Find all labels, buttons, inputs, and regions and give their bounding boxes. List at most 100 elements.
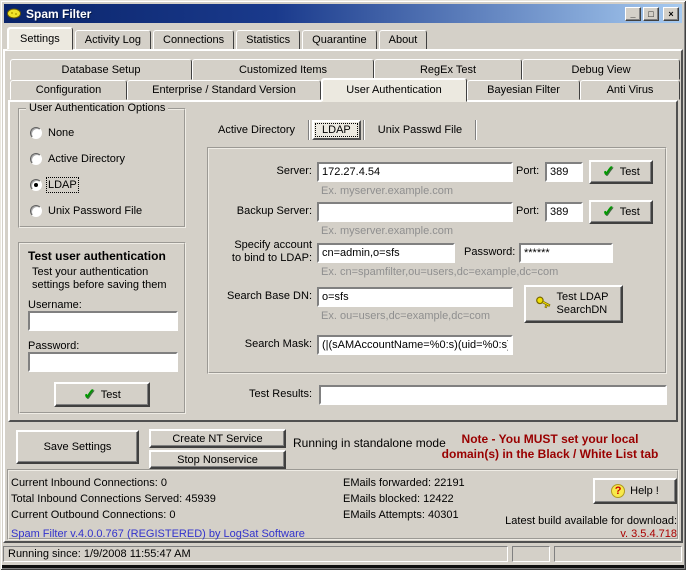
registered-version-text: Spam Filter v.4.0.0.767 (REGISTERED) by …	[11, 528, 305, 540]
help-icon: ?	[611, 484, 625, 498]
password-field[interactable]	[28, 352, 178, 372]
search-base-dn-field[interactable]	[317, 287, 513, 307]
settings-page: Database Setup Customized Items RegEx Te…	[3, 49, 683, 543]
test-auth-button[interactable]: ✓ Test	[54, 382, 150, 407]
test-auth-title: Test user authentication	[28, 249, 166, 263]
check-icon: ✓	[602, 166, 615, 178]
tab-user-authentication[interactable]: User Authentication	[321, 78, 467, 102]
statusbar-panel-3	[554, 546, 682, 562]
tab-ldap[interactable]: LDAP	[312, 120, 361, 140]
auth-option-ldap[interactable]: LDAP	[30, 178, 77, 192]
tab-quarantine[interactable]: Quarantine	[302, 30, 376, 50]
create-nt-service-button[interactable]: Create NT Service	[149, 429, 286, 448]
window-title: Spam Filter	[26, 7, 625, 21]
test-ldap-searchdn-button[interactable]: Test LDAP SearchDN	[524, 285, 623, 323]
standalone-mode-text: Running in standalone mode	[293, 436, 446, 450]
tab-bayesian-filter[interactable]: Bayesian Filter	[467, 80, 580, 100]
stop-nonservice-button[interactable]: Stop Nonservice	[149, 450, 286, 469]
ldap-form: Server: Port: ✓ Test Ex. myserver.exampl…	[207, 147, 667, 374]
total-inbound-connections: Total Inbound Connections Served: 45939	[11, 493, 216, 505]
backup-hint: Ex. myserver.example.com	[321, 225, 453, 237]
tab-regex-test[interactable]: RegEx Test	[374, 59, 522, 80]
tab-statistics[interactable]: Statistics	[236, 30, 300, 50]
auth-option-none[interactable]: None	[30, 126, 74, 140]
search-mask-label: Search Mask:	[209, 338, 312, 350]
test-results-field[interactable]	[319, 385, 667, 405]
test-server-button[interactable]: ✓ Test	[589, 160, 653, 184]
divider	[363, 120, 365, 140]
backup-port-label: Port:	[516, 205, 539, 217]
latest-build-version: v. 3.5.4.718	[385, 528, 677, 540]
test-results-label: Test Results:	[210, 388, 312, 400]
server-port-field[interactable]	[545, 162, 583, 182]
radio-icon	[30, 127, 42, 139]
minimize-icon[interactable]: _	[625, 7, 641, 21]
tab-about[interactable]: About	[379, 30, 428, 50]
bind-account-label-line1: Specify account	[209, 239, 312, 251]
backup-port-field[interactable]	[545, 202, 583, 222]
emails-blocked: EMails blocked: 12422	[343, 493, 454, 505]
statusbar-running-since: Running since: 1/9/2008 11:55:47 AM	[3, 546, 508, 562]
auth-options-group: User Authentication Options None Active …	[18, 108, 186, 228]
search-mask-field[interactable]	[317, 335, 513, 355]
backup-server-label: Backup Server:	[209, 205, 312, 217]
check-icon: ✓	[602, 206, 615, 218]
key-icon	[535, 295, 552, 314]
tab-enterprise-standard[interactable]: Enterprise / Standard Version	[127, 80, 321, 100]
radio-icon	[30, 179, 42, 191]
server-hint: Ex. myserver.example.com	[321, 185, 453, 197]
password-label: Password:	[28, 340, 79, 352]
server-label: Server:	[209, 165, 312, 177]
close-icon[interactable]: ×	[663, 7, 679, 21]
help-button[interactable]: ? Help !	[593, 478, 677, 504]
tab-anti-virus[interactable]: Anti Virus	[580, 80, 680, 100]
statusbar-panel-2	[512, 546, 550, 562]
tab-connections[interactable]: Connections	[153, 30, 234, 50]
server-field[interactable]	[317, 162, 513, 182]
basedn-hint: Ex. ou=users,dc=example,dc=com	[321, 310, 490, 322]
bind-hint: Ex. cn=spamfilter,ou=users,dc=example,dc…	[321, 266, 558, 278]
maximize-icon[interactable]: □	[643, 7, 659, 21]
user-authentication-page: User Authentication Options None Active …	[8, 100, 678, 422]
bind-password-field[interactable]	[519, 243, 613, 263]
username-label: Username:	[28, 299, 82, 311]
server-port-label: Port:	[516, 165, 539, 177]
divider	[475, 120, 477, 140]
radio-icon	[30, 153, 42, 165]
sub-tab-row-front: Configuration Enterprise / Standard Vers…	[10, 80, 680, 100]
bind-account-label-line2: to bind to LDAP:	[209, 252, 312, 264]
tab-active-directory[interactable]: Active Directory	[207, 124, 306, 136]
username-field[interactable]	[28, 311, 178, 331]
test-auth-description: Test your authentication settings before…	[32, 266, 182, 292]
spam-filter-window: Spam Filter _ □ × Settings Activity Log …	[0, 0, 686, 570]
test-backup-button[interactable]: ✓ Test	[589, 200, 653, 224]
app-icon	[7, 7, 22, 20]
tab-database-setup[interactable]: Database Setup	[10, 59, 192, 80]
save-settings-button[interactable]: Save Settings	[16, 430, 139, 464]
search-base-dn-label: Search Base DN:	[209, 290, 312, 302]
check-icon: ✓	[83, 389, 96, 401]
latest-build-label: Latest build available for download:	[385, 515, 677, 527]
tab-unix-passwd-file[interactable]: Unix Passwd File	[367, 124, 473, 136]
ldap-tab-bar: Active Directory LDAP Unix Passwd File	[207, 117, 479, 143]
bind-account-field[interactable]	[317, 243, 455, 263]
current-outbound-connections: Current Outbound Connections: 0	[11, 509, 176, 521]
tab-settings[interactable]: Settings	[7, 27, 73, 50]
sub-tab-row-back: Database Setup Customized Items RegEx Te…	[10, 59, 680, 80]
emails-forwarded: EMails forwarded: 22191	[343, 477, 465, 489]
bind-password-label: Password:	[464, 246, 515, 258]
tab-activity-log[interactable]: Activity Log	[75, 30, 151, 50]
test-auth-group: Test user authentication Test your authe…	[18, 242, 186, 414]
auth-options-title: User Authentication Options	[26, 102, 168, 114]
tab-customized-items[interactable]: Customized Items	[192, 59, 374, 80]
backup-server-field[interactable]	[317, 202, 513, 222]
tab-debug-view[interactable]: Debug View	[522, 59, 680, 80]
titlebar: Spam Filter _ □ ×	[4, 4, 682, 23]
tab-configuration[interactable]: Configuration	[10, 80, 127, 100]
auth-option-active-directory[interactable]: Active Directory	[30, 152, 125, 166]
auth-option-unix-password-file[interactable]: Unix Password File	[30, 204, 142, 218]
domain-note: Note - You MUST set your local domain(s)…	[425, 432, 675, 462]
current-inbound-connections: Current Inbound Connections: 0	[11, 477, 167, 489]
main-tab-bar: Settings Activity Log Connections Statis…	[7, 27, 427, 50]
window-controls: _ □ ×	[625, 7, 679, 21]
